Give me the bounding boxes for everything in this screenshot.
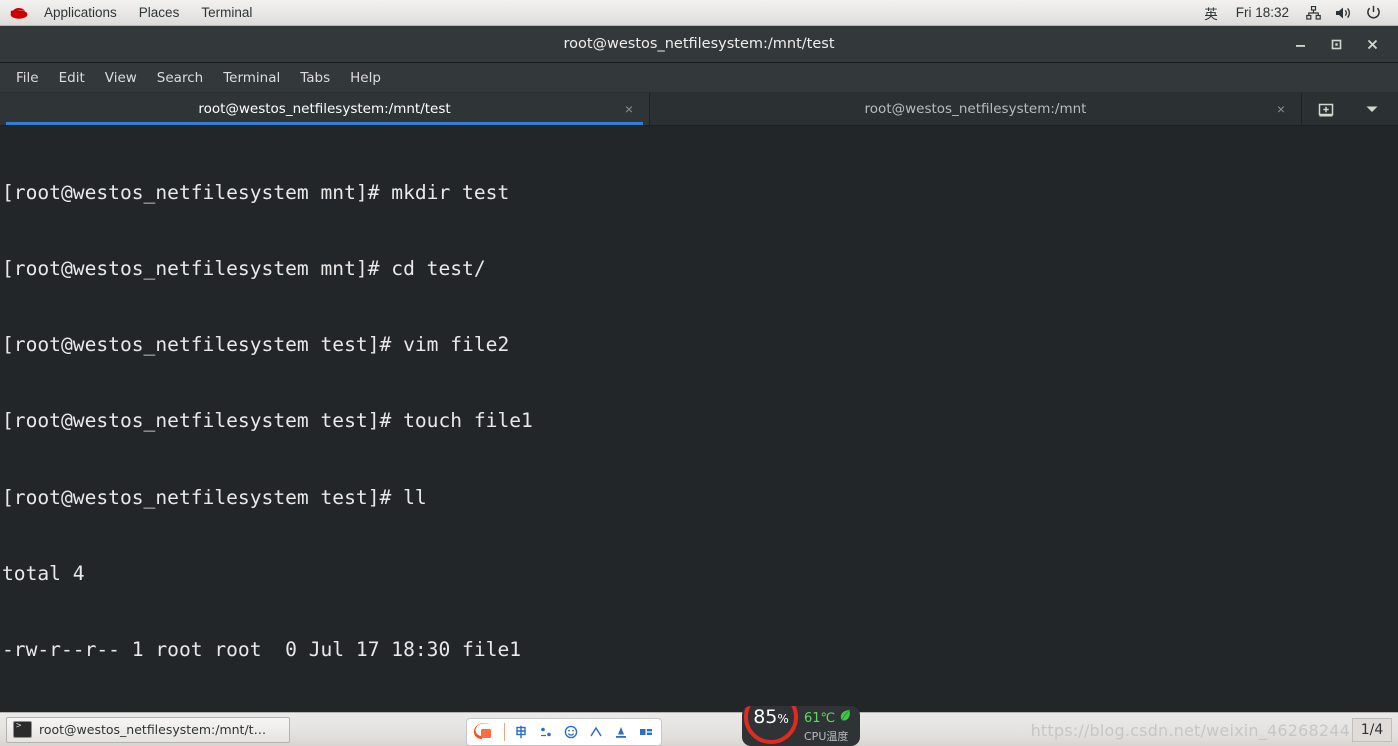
taskbar-window-button[interactable]: root@westos_netfilesystem:/mnt/t… [6,716,290,743]
sogou-logo-icon[interactable] [467,719,501,745]
window-title: root@westos_netfilesystem:/mnt/test [563,36,835,52]
gnome-top-panel: Applications Places Terminal 英 Fri 18:32 [0,0,1398,26]
tab-close-icon[interactable]: × [625,102,633,116]
menu-search[interactable]: Search [147,67,213,89]
temperature-block: 61℃ CPU温度 [804,709,851,744]
terminal-line: [root@westos_netfilesystem test]# touch … [2,409,533,433]
punctuation-icon[interactable] [533,719,558,745]
desktop-screen: Applications Places Terminal 英 Fri 18:32 [0,0,1398,746]
menu-places[interactable]: Places [128,0,191,25]
tabbar: root@westos_netfilesystem:/mnt/test × ro… [0,93,1398,126]
terminal-line: -rw-r--r-- 1 root root 0 Jul 17 18:30 fi… [2,638,522,662]
toolbox-icon[interactable] [608,719,633,745]
workspace-indicator[interactable]: 1/4 [1352,718,1392,742]
ime-language-indicator[interactable]: 英 [1196,3,1226,23]
taskbar: root@westos_netfilesystem:/mnt/t… https:… [0,712,1398,746]
cpu-temperature-value: 61℃ [804,710,836,726]
system-monitor-widget[interactable]: 61℃ CPU温度 85% [742,706,860,746]
terminal-window: root@westos_netfilesystem:/mnt/test File… [0,26,1398,712]
terminal-output[interactable]: [root@westos_netfilesystem mnt]# mkdir t… [0,126,1398,712]
sogou-ime-toolbar[interactable] [466,718,662,746]
ime-separator [504,723,505,741]
menu-help[interactable]: Help [340,67,391,89]
chinese-mode-icon[interactable] [508,719,533,745]
watermark-text: https://blog.csdn.net/weixin_46268244 [1030,721,1350,740]
menubar: File Edit View Search Terminal Tabs Help [0,63,1398,93]
temperature-row: 61℃ [804,709,851,727]
clock[interactable]: Fri 18:32 [1226,5,1299,20]
tab-label: root@westos_netfilesystem:/mnt [864,101,1087,117]
close-button[interactable] [1354,29,1390,59]
terminal-line: [root@westos_netfilesystem test]# ll [2,485,427,509]
terminal-line: total 4 [2,561,85,585]
window-buttons [1282,29,1398,59]
terminal-line: [root@westos_netfilesystem mnt]# mkdir t… [2,180,510,204]
terminal-line: [root@westos_netfilesystem mnt]# cd test… [2,257,486,281]
keyboard-icon[interactable] [633,719,658,745]
network-icon[interactable] [1299,5,1328,20]
tab-label: root@westos_netfilesystem:/mnt/test [198,101,451,117]
menu-terminal[interactable]: Terminal [190,0,263,25]
terminal-line: [root@westos_netfilesystem test]# vim fi… [2,333,510,357]
cpu-temperature-label: CPU温度 [804,730,849,743]
new-tab-button[interactable] [1302,93,1350,125]
window-titlebar: root@westos_netfilesystem:/mnt/test [0,26,1398,63]
terminal-icon [13,721,32,738]
menu-edit[interactable]: Edit [49,67,95,89]
tab-mnt-test[interactable]: root@westos_netfilesystem:/mnt/test × [0,93,650,125]
tab-mnt[interactable]: root@westos_netfilesystem:/mnt × [650,93,1302,125]
volume-icon[interactable] [1328,6,1359,20]
taskbar-window-label: root@westos_netfilesystem:/mnt/t… [39,722,267,737]
leaf-icon [839,709,851,727]
maximize-button[interactable] [1318,29,1354,59]
tab-close-icon[interactable]: × [1277,102,1285,116]
red-hat-logo-icon [0,0,33,25]
menu-view[interactable]: View [95,67,147,89]
power-icon[interactable] [1359,5,1388,20]
menu-terminal[interactable]: Terminal [213,67,290,89]
cpu-usage-ring: 85% [744,706,798,744]
emoji-icon[interactable] [558,719,583,745]
handwriting-icon[interactable] [583,719,608,745]
top-panel-right: 英 Fri 18:32 [1196,0,1398,25]
cpu-usage-value: 85% [753,706,789,728]
menu-applications[interactable]: Applications [33,0,128,25]
menu-file[interactable]: File [6,67,49,89]
minimize-button[interactable] [1282,29,1318,59]
chevron-down-icon[interactable] [1350,93,1394,125]
top-panel-left: Applications Places Terminal [0,0,263,25]
menu-tabs[interactable]: Tabs [290,67,340,89]
